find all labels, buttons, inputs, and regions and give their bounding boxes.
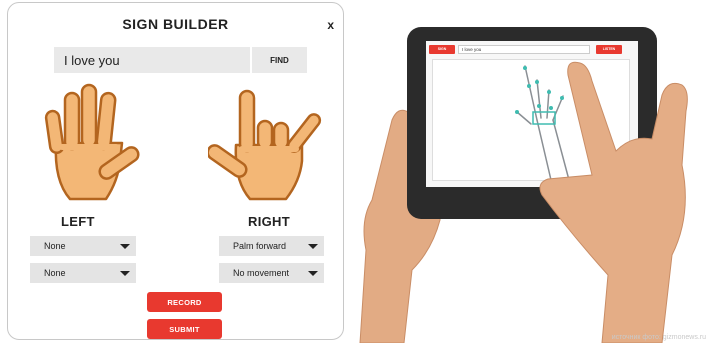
left-orientation-value: None [44, 241, 66, 251]
close-icon[interactable]: x [327, 19, 334, 31]
chevron-down-icon [120, 244, 130, 249]
chevron-down-icon [308, 271, 318, 276]
panel-title: SIGN BUILDER [122, 16, 229, 32]
right-orientation-value: Palm forward [233, 241, 287, 251]
right-hand-label: RIGHT [248, 214, 290, 229]
find-button[interactable]: FIND [252, 47, 307, 73]
left-hand-icon[interactable] [26, 81, 144, 209]
chevron-down-icon [308, 244, 318, 249]
pointing-hand-image [539, 61, 688, 343]
right-hand-icon[interactable] [208, 81, 332, 209]
right-movement-dropdown[interactable]: No movement [219, 263, 324, 283]
record-button[interactable]: RECORD [147, 292, 222, 312]
tablet-listen-button: LISTEN [596, 45, 622, 54]
tablet-photo: SIGN I love you LISTEN источник фото: gi… [352, 0, 710, 343]
right-movement-value: No movement [233, 268, 290, 278]
chevron-down-icon [120, 271, 130, 276]
left-hand-label: LEFT [61, 214, 95, 229]
photo-watermark: источник фото: gizmonews.ru [611, 334, 706, 341]
left-orientation-dropdown[interactable]: None [30, 236, 136, 256]
submit-button[interactable]: SUBMIT [147, 319, 222, 339]
sign-builder-panel: SIGN BUILDER x FIND [7, 2, 344, 340]
tablet-search-field: I love you [458, 45, 590, 54]
search-input[interactable] [54, 47, 250, 73]
left-movement-value: None [44, 268, 66, 278]
right-orientation-dropdown[interactable]: Palm forward [219, 236, 324, 256]
left-movement-dropdown[interactable]: None [30, 263, 136, 283]
tablet-sign-button: SIGN [429, 45, 455, 54]
